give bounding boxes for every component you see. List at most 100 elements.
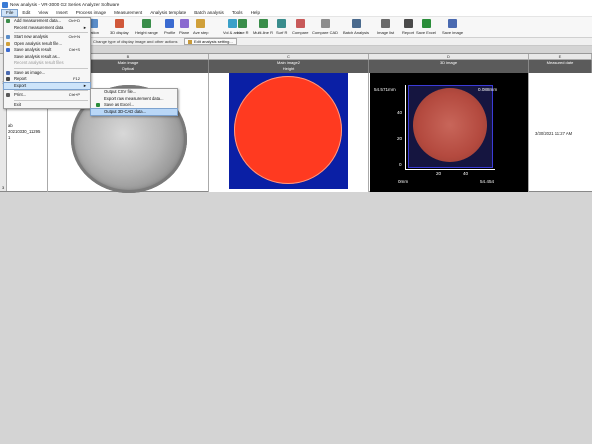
file-menu-item-exit[interactable]: Exit bbox=[4, 102, 90, 109]
toolbar-button-report[interactable]: Report bbox=[402, 18, 414, 37]
toolbar-button-multi-line-roughness[interactable]: Multi-line R bbox=[253, 18, 273, 37]
menu-insert[interactable]: Insert bbox=[52, 9, 72, 17]
surface-roughness-icon bbox=[277, 19, 287, 28]
menu-item-label: Output 3D-CAD data... bbox=[104, 108, 147, 114]
measured-date-value: 3/30/2021 11:27 AM bbox=[535, 131, 573, 136]
toolbar-label: Profile bbox=[164, 30, 176, 35]
toolbar-button-surface-roughness[interactable]: Surf R bbox=[276, 18, 287, 37]
3d-display-icon bbox=[114, 19, 124, 28]
toolbar-button-height-range[interactable]: Height range bbox=[135, 18, 158, 37]
save-image-icon bbox=[6, 70, 10, 75]
save-image-icon bbox=[448, 19, 458, 28]
toolbar-button-save-excel[interactable]: Save Excel bbox=[416, 18, 436, 37]
plot-x-tick: 20 bbox=[436, 171, 442, 176]
plot-y-tick: 20 bbox=[397, 136, 403, 141]
new-analysis-icon bbox=[6, 35, 10, 40]
menu-process-image[interactable]: Process image bbox=[72, 9, 110, 17]
toolbar-button-compare[interactable]: Compare bbox=[292, 18, 308, 37]
filename-line: 1 bbox=[8, 135, 11, 140]
settings-icon bbox=[188, 39, 192, 44]
subheader-title: 3D image bbox=[439, 60, 458, 65]
line-roughness-icon bbox=[238, 19, 248, 28]
toolbar-button-batch-analysis[interactable]: Batch Analysis bbox=[343, 18, 369, 37]
export-submenu: Output CSV file... Export raw measurement… bbox=[90, 88, 178, 116]
menu-bar: File Edit View Insert Process image Measureme… bbox=[0, 8, 592, 17]
plot-y-axis bbox=[405, 85, 406, 169]
menu-analysis-template[interactable]: Analysis template bbox=[146, 9, 190, 17]
toolbar-label: Height range bbox=[135, 30, 158, 35]
toolbar-label: Surf R bbox=[276, 30, 288, 35]
toolbar-label: Image list bbox=[377, 30, 395, 35]
file-menu-item-recent-analysis-result-files: Recent analysis result files bbox=[4, 60, 90, 67]
menu-help[interactable]: Help bbox=[247, 9, 264, 17]
plot-surface bbox=[413, 88, 487, 162]
menu-file[interactable]: File bbox=[1, 8, 19, 17]
multi-line-roughness-icon bbox=[258, 19, 268, 28]
column-letter: C bbox=[287, 54, 290, 59]
menu-separator bbox=[14, 90, 88, 91]
toolbar-label: Multi-line R bbox=[253, 30, 274, 35]
menu-item-label: Export raw measurement data... bbox=[104, 95, 164, 101]
toolbar-label: Compare bbox=[292, 30, 309, 35]
menu-batch-analysis[interactable]: Batch analysis bbox=[190, 9, 228, 17]
plot-y-tick: 0 bbox=[399, 162, 402, 167]
menu-edit[interactable]: Edit bbox=[18, 9, 34, 17]
menu-item-label: Exit bbox=[14, 101, 21, 107]
menu-separator bbox=[14, 32, 88, 33]
menu-item-label: Add measurement data... bbox=[14, 18, 62, 23]
file-menu-item-recent-measurement-data[interactable]: Recent measurement data ► bbox=[4, 25, 90, 32]
toolbar-label: Save image bbox=[442, 30, 464, 35]
subheader-3d-image: 3D image bbox=[369, 60, 529, 73]
file-menu-item-print[interactable]: Print... Ctrl+P bbox=[4, 92, 90, 99]
toolbar-label: Report bbox=[402, 30, 415, 35]
print-icon bbox=[6, 93, 10, 98]
filename-text: ab 20210330_11295 1 bbox=[8, 123, 40, 141]
open-folder-icon bbox=[6, 41, 10, 46]
plot-x-axis bbox=[405, 169, 495, 170]
toolbar-label: Save Excel bbox=[416, 30, 437, 35]
menu-tools[interactable]: Tools bbox=[228, 9, 247, 17]
menu-separator bbox=[14, 67, 88, 69]
height-map-disc bbox=[234, 76, 342, 184]
menu-separator bbox=[14, 99, 88, 101]
menu-item-label: Save as Excel... bbox=[104, 102, 135, 107]
toolbar-button-save-image[interactable]: Save image bbox=[442, 18, 463, 37]
plot-bottom-left-label: 0mm bbox=[398, 179, 409, 184]
batch-analysis-icon bbox=[351, 19, 361, 28]
report-icon bbox=[6, 77, 10, 82]
height-range-icon bbox=[141, 19, 151, 28]
plot-x-tick: 40 bbox=[463, 171, 469, 176]
column-letter: E bbox=[558, 54, 562, 59]
plot-y-tick: 40 bbox=[397, 110, 403, 115]
toolbar-button-compare-cad[interactable]: Compare CAD bbox=[312, 18, 338, 37]
toolbar-label: Line R bbox=[237, 30, 249, 35]
toolbar-button-profile[interactable]: Profile bbox=[164, 18, 175, 37]
menu-item-label: Output CSV file... bbox=[104, 89, 137, 94]
toolbar-button-image-list[interactable]: Image list bbox=[377, 18, 394, 37]
toolbar-label: Plane bbox=[179, 30, 190, 35]
toolbar-button-plane[interactable]: Plane bbox=[179, 18, 189, 37]
toolbar-button-3d-display[interactable]: 3D display bbox=[110, 18, 129, 37]
export-menu-item-output-3d-cad-data[interactable]: Output 3D-CAD data... bbox=[90, 107, 178, 116]
ave-step-icon bbox=[196, 19, 206, 28]
menu-item-label: Start new analysis bbox=[14, 34, 48, 39]
menu-measurement[interactable]: Measurement bbox=[110, 9, 146, 17]
subheader-main-image2: Main image2 Height bbox=[209, 60, 369, 73]
plot-top-left-label: 54.571mm bbox=[374, 87, 396, 92]
toolbar-button-ave-step[interactable]: Ave step bbox=[193, 18, 209, 37]
menu-item-label: Export bbox=[14, 82, 27, 88]
volume-area-icon bbox=[227, 19, 237, 28]
column-letter: D bbox=[447, 54, 450, 59]
file-menu-item-export[interactable]: Export ► bbox=[3, 81, 91, 90]
filename-line: 20210330_11295 bbox=[8, 129, 41, 134]
report-icon bbox=[403, 19, 413, 28]
save-excel-icon bbox=[421, 19, 431, 28]
toolbar-button-line-roughness[interactable]: Line R bbox=[237, 18, 249, 37]
submenu-arrow-icon: ► bbox=[83, 82, 87, 88]
menu-item-label: Save analysis result as... bbox=[14, 53, 61, 59]
menu-view[interactable]: View bbox=[34, 9, 52, 17]
edit-analysis-setting-button[interactable]: Edit analysis setting... bbox=[184, 38, 237, 45]
edit-analysis-setting-label: Edit analysis setting... bbox=[194, 39, 233, 44]
menu-item-label: Recent measurement data bbox=[14, 24, 64, 30]
submenu-arrow-icon: ► bbox=[83, 24, 87, 30]
